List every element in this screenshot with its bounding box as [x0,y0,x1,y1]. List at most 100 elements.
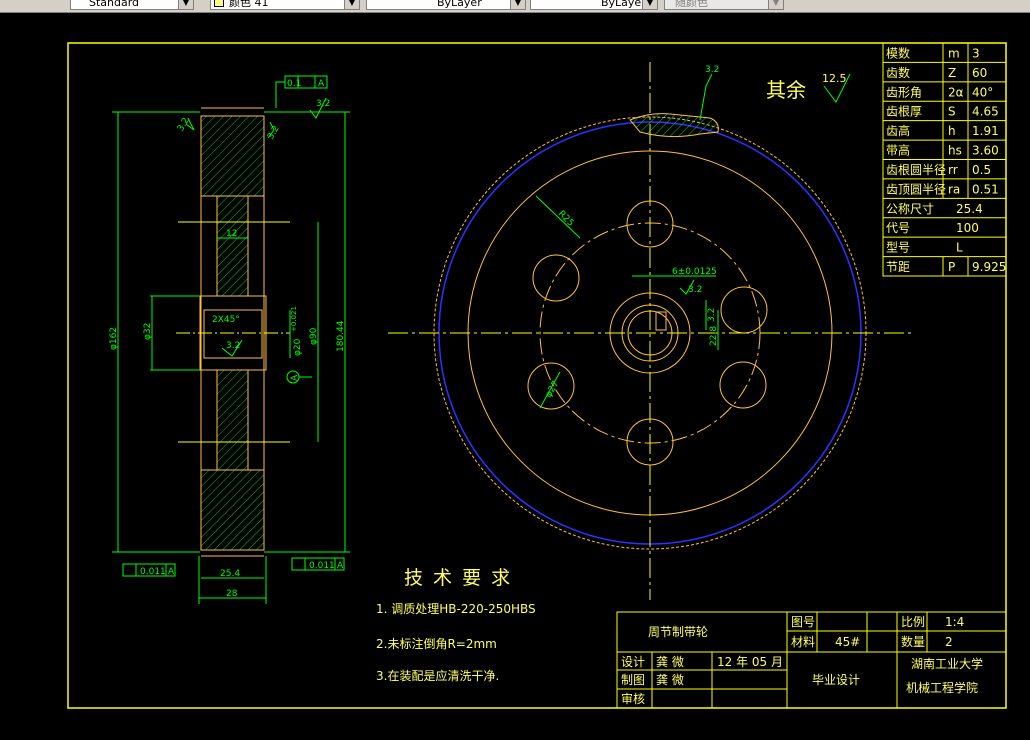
param-value: 3 [972,46,980,60]
rest-rough-label: 其余 [766,78,806,102]
qty-label: 数量 [901,634,925,649]
dim-25-label: 25.4 [220,569,240,579]
hole-upper-right [720,286,768,334]
tol-left-datum: A [168,567,175,577]
drawing-canvas[interactable]: 0.1 A 3.2 3.2 3.2 12 2X45° 3.2 φ20 +0.02… [0,12,1030,736]
param-symbol: S [948,105,956,119]
chevron-down-icon[interactable]: ▼ [768,0,783,9]
drawer-value: 龚 微 [656,672,684,687]
rough-left-label: 3.2 [176,116,192,133]
dim-bore-label: φ20 [293,338,303,356]
param-value: 25.4 [956,202,983,216]
school-dept: 机械工程学院 [906,680,978,695]
param-value: 60 [972,66,987,80]
tech-item-1: 1. 调质处理HB-220-250HBS [376,602,536,616]
school-name: 湖南工业大学 [911,656,983,671]
drawing-svg[interactable]: 0.1 A 3.2 3.2 3.2 12 2X45° 3.2 φ20 +0.02… [0,12,1030,736]
datum-label: A [290,374,300,381]
param-value: 40° [972,85,993,99]
param-label: 型号 [886,241,910,255]
key-tol-label: 6±0.0125 [672,267,717,277]
lineweight-dropdown[interactable]: ByLayer ▼ [530,0,658,10]
chevron-down-icon[interactable]: ▼ [642,0,657,9]
param-value: 0.51 [972,182,999,196]
param-label: 齿高 [886,123,910,138]
tech-requirements: 技 术 要 求 1. 调质处理HB-220-250HBS 2.未标注倒角R=2m… [376,567,536,683]
style-value: Standard [89,0,140,9]
param-label: 齿顶圆半径 [886,182,946,196]
review-label: 审核 [621,691,645,706]
title-block-text: 周节制带轮 图号 材料 45# 比例 1:4 数量 2 设计 龚 微 12 年 … [621,615,983,706]
r25-label: R25 [556,209,576,229]
param-symbol: h [948,124,956,138]
tooth-detail-hatch [629,113,719,138]
plotstyle-dropdown[interactable]: 随颜色 ▼ [664,0,784,10]
param-value: 0.5 [972,163,991,177]
dim-hub-label: φ32 [143,323,153,340]
tol-top-datum: A [318,79,325,89]
drawing-no-label: 图号 [791,615,815,629]
tech-item-3: 3.在装配是应清洗干净. [376,668,499,683]
param-label: 模数 [886,45,910,60]
param-label: 齿形角 [886,85,922,99]
dim-28-label: 28 [226,589,238,599]
color-dropdown[interactable]: 颜色 41 ▼ [210,0,360,10]
param-value: 9.925 [972,260,1006,274]
chamfer-label: 2X45° [212,315,240,325]
draw-label: 制图 [621,673,645,687]
color-value: 颜色 41 [229,0,269,9]
color-swatch [214,0,224,7]
param-symbol: m [948,46,960,60]
text-style-dropdown[interactable]: Standard ▼ [70,0,194,10]
dim-outer-label: φ162 [109,327,119,350]
front-view: 3.2 R25 6±0.0125 3.2 3.2 22.8 φ27 其余 12.… [388,62,912,600]
web-hatch-top [216,195,249,297]
web-hatch-bottom [216,369,249,471]
param-label: 代号 [886,221,910,235]
chevron-down-icon[interactable]: ▼ [344,0,359,9]
param-value: 100 [956,221,979,235]
param-symbol: P [948,260,955,274]
key-rough-label: 3.2 [688,285,702,295]
part-name: 周节制带轮 [648,625,708,639]
tol-left-value: 0.011 [140,567,166,577]
dim-bore-tol-label: +0.021 [290,306,298,332]
dim-180-label: 180.44 [336,320,346,352]
param-symbol: rr [948,163,958,177]
param-value: 1.91 [972,124,999,138]
param-label: 齿数 [886,65,910,80]
linetype-dropdown[interactable]: ByLayer ▼ [366,0,526,10]
chevron-down-icon[interactable]: ▼ [510,0,525,9]
front-rough-top-label: 3.2 [705,65,719,75]
rough-top-label: 3.2 [316,99,330,109]
dim-90-label: φ90 [309,327,319,345]
param-value: L [956,241,963,255]
hole-label: φ27 [544,379,561,399]
tol-right-datum: A [337,561,344,571]
param-label: 带高 [886,143,910,158]
rim-hatch-bottom [200,469,265,551]
material-value: 45# [835,635,860,649]
tech-title: 技 术 要 求 [404,567,512,589]
rest-rough-value: 12.5 [822,72,847,85]
rough-right-label: 3.2 [266,124,282,141]
tooth-rough-mark [699,73,713,121]
date-value: 12 年 05 月 [717,655,783,669]
param-symbol: hs [948,144,962,158]
scale-label: 比例 [901,615,925,629]
chevron-down-icon[interactable]: ▼ [178,0,193,9]
param-label: 齿根圆半径 [886,163,946,177]
tol-right-value: 0.011 [309,561,335,571]
design-label: 设计 [621,655,645,669]
param-value: 3.60 [972,144,999,158]
key-dim1-label: 3.2 [707,308,717,322]
param-label: 齿根厚 [886,105,922,119]
rough-bore-label: 3.2 [226,341,240,351]
param-symbol: ra [948,182,960,196]
param-label: 公称尺寸 [886,202,934,216]
side-view: 0.1 A 3.2 3.2 3.2 12 2X45° 3.2 φ20 +0.02… [109,75,350,604]
tech-item-2: 2.未标注倒角R=2mm [376,636,497,651]
rim-hatch-top [200,115,265,197]
hole-lower-right [719,361,767,409]
hole-upper-left [532,254,580,302]
